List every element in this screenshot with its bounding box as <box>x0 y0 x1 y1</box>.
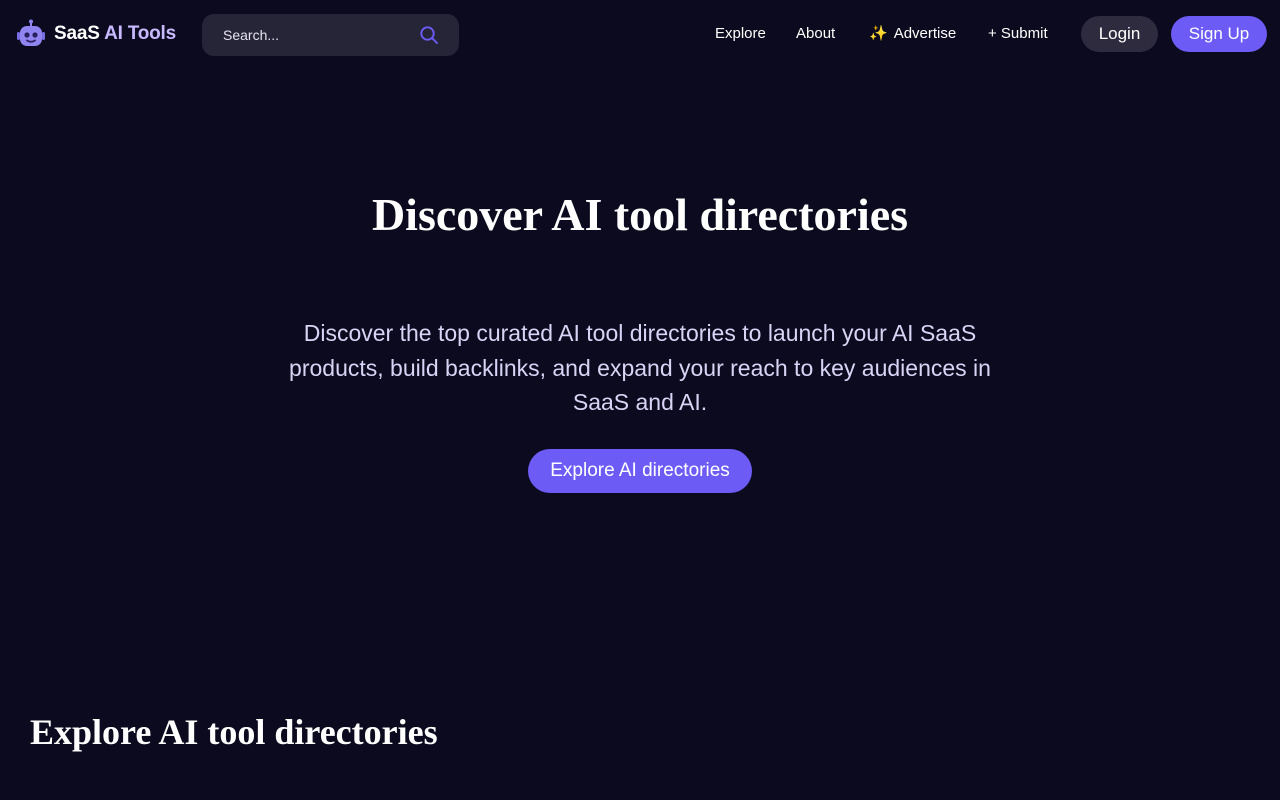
top-navbar: SaaS AI Tools Explore About ✨ Advertise +… <box>0 0 1280 68</box>
hero-title: Discover AI tool directories <box>371 189 909 240</box>
brand-name: SaaS AI Tools <box>54 23 176 45</box>
hero-subtitle: Discover the top curated AI tool directo… <box>289 320 991 415</box>
nav-link-about[interactable]: About <box>796 24 835 44</box>
login-button[interactable]: Login <box>1081 16 1158 52</box>
brand-name-primary: SaaS <box>54 23 100 44</box>
sparkles-icon: ✨ <box>869 25 888 42</box>
brand-name-accent: AI Tools <box>104 23 176 44</box>
nav-link-explore[interactable]: Explore <box>715 24 766 44</box>
signup-button[interactable]: Sign Up <box>1171 16 1267 52</box>
nav-link-advertise-label: Advertise <box>893 25 957 42</box>
search-icon[interactable] <box>419 25 439 45</box>
search-input[interactable] <box>202 14 402 56</box>
nav-link-submit[interactable]: + Submit <box>988 24 1048 44</box>
search-bar <box>202 14 459 56</box>
brand-logo-link[interactable]: SaaS AI Tools <box>16 19 176 49</box>
robot-icon <box>17 19 45 46</box>
nav-link-advertise[interactable]: ✨ Advertise <box>869 24 956 44</box>
section-title: Explore AI tool directories <box>30 712 438 752</box>
explore-directories-button[interactable]: Explore AI directories <box>528 449 752 493</box>
